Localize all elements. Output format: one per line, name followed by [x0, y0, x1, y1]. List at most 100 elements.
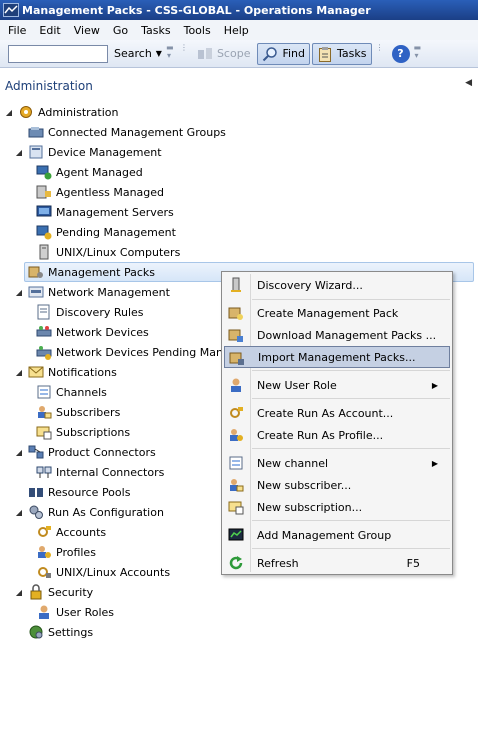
context-menu: Discovery Wizard... Create Management Pa…	[221, 271, 453, 575]
menu-bar: File Edit View Go Tasks Tools Help	[0, 20, 478, 40]
resource-pools-icon	[29, 488, 43, 497]
tree-item-connected-management-groups[interactable]: Connected Management Groups	[28, 122, 226, 142]
tree-item-agent-managed[interactable]: Agent Managed	[36, 162, 143, 182]
tree-item-subscribers[interactable]: Subscribers	[36, 402, 120, 422]
menu-tasks[interactable]: Tasks	[135, 24, 177, 37]
menu-item-add-management-group[interactable]: Add Management Group	[224, 524, 450, 546]
tasks-button[interactable]: Tasks	[312, 42, 372, 65]
tree-item-resource-pools[interactable]: Resource Pools	[28, 482, 130, 502]
menu-separator	[252, 299, 450, 300]
device-management-icon	[29, 145, 43, 159]
menu-view[interactable]: View	[68, 24, 107, 37]
menu-separator	[252, 370, 450, 371]
tree-item-unix-linux-computers[interactable]: UNIX/Linux Computers	[36, 242, 180, 262]
tree-item-user-roles[interactable]: User Roles	[36, 602, 114, 622]
menu-separator	[252, 398, 450, 399]
navigation-pane-header: Administration ◀	[0, 72, 478, 100]
menu-item-import-management-packs[interactable]: Import Management Packs...	[224, 346, 450, 368]
tree-item-security[interactable]: Security	[28, 582, 93, 602]
collapse-pane-icon[interactable]: ◀	[465, 78, 472, 88]
window-title: Management Packs - CSS-GLOBAL - Operatio…	[22, 3, 371, 17]
tree-item-discovery-rules[interactable]: Discovery Rules	[36, 302, 144, 322]
tree-item-subscriptions[interactable]: Subscriptions	[36, 422, 130, 442]
menu-item-new-user-role[interactable]: New User Role ▶	[224, 374, 450, 396]
menu-item-discovery-wizard[interactable]: Discovery Wizard...	[224, 274, 450, 296]
scope-label: Scope	[216, 47, 251, 60]
search-label: Search	[114, 47, 152, 60]
run-as-config-icon	[29, 505, 43, 519]
agent-managed-icon	[36, 165, 52, 180]
download-mp-icon	[228, 329, 243, 342]
profiles-icon	[38, 546, 51, 558]
menu-item-new-subscription[interactable]: New subscription...	[224, 496, 450, 518]
toolbar-separator-2: ⋮	[375, 42, 384, 52]
menu-item-new-channel[interactable]: New channel ▶	[224, 452, 450, 474]
subscriptions-icon	[36, 426, 52, 440]
menu-file[interactable]: File	[2, 24, 33, 37]
new-subscription-icon	[228, 501, 244, 515]
discovery-wizard-icon	[231, 277, 241, 292]
management-servers-icon	[36, 205, 52, 217]
menu-item-refresh[interactable]: Refresh F5	[224, 552, 450, 574]
toolbar-overflow-icon-2[interactable]: ▬ ▾	[414, 43, 422, 64]
refresh-icon	[229, 556, 243, 570]
tree-item-administration[interactable]: Administration	[18, 102, 119, 122]
tree-item-network-devices-pending[interactable]: Network Devices Pending Manag	[36, 342, 237, 362]
notifications-icon	[28, 366, 44, 378]
tree-item-device-management[interactable]: Device Management	[28, 142, 162, 162]
admin-gear-icon	[20, 106, 32, 118]
tree-item-profiles[interactable]: Profiles	[36, 542, 96, 562]
menu-item-new-subscriber[interactable]: New subscriber...	[224, 474, 450, 496]
network-management-icon	[28, 286, 44, 298]
help-icon[interactable]: ?	[391, 44, 410, 63]
menu-item-create-run-as-account[interactable]: Create Run As Account...	[224, 402, 450, 424]
search-input[interactable]	[8, 44, 108, 63]
operations-manager-icon	[3, 3, 19, 17]
tree-item-notifications[interactable]: Notifications	[28, 362, 117, 382]
tree-item-accounts[interactable]: Accounts	[36, 522, 106, 542]
toolbar-overflow-icon[interactable]: ▬ ▾	[166, 43, 174, 64]
expanded-triangle-icon[interactable]: ◢	[14, 147, 24, 157]
menu-item-download-management-packs[interactable]: Download Management Packs ...	[224, 324, 450, 346]
tree-item-internal-connectors[interactable]: Internal Connectors	[36, 462, 164, 482]
tree-item-channels[interactable]: Channels	[36, 382, 107, 402]
search-dropdown[interactable]: Search ▼	[114, 47, 162, 60]
expanded-triangle-icon[interactable]: ◢	[14, 587, 24, 597]
expanded-triangle-icon[interactable]: ◢	[14, 447, 24, 457]
create-mp-icon	[228, 307, 243, 320]
internal-connectors-icon	[36, 466, 52, 478]
clipboard-icon	[319, 46, 332, 62]
menu-tools[interactable]: Tools	[178, 24, 218, 37]
tasks-label: Tasks	[337, 47, 367, 60]
tree-item-agentless-managed[interactable]: Agentless Managed	[36, 182, 164, 202]
tree-item-product-connectors[interactable]: Product Connectors	[28, 442, 156, 462]
add-management-group-icon	[228, 528, 244, 541]
tree-item-unix-linux-accounts[interactable]: UNIX/Linux Accounts	[36, 562, 170, 582]
new-subscriber-icon	[230, 479, 244, 492]
expanded-triangle-icon[interactable]: ◢	[14, 287, 24, 297]
title-bar: Management Packs - CSS-GLOBAL - Operatio…	[0, 0, 478, 20]
toolbar: Search ▼ ▬ ▾ ⋮ Scope Find Tasks ⋮ ? ▬ ▾	[0, 40, 478, 68]
menu-help[interactable]: Help	[218, 24, 256, 37]
run-as-account-icon	[230, 407, 243, 418]
network-pending-icon	[36, 346, 52, 360]
refresh-shortcut: F5	[406, 556, 420, 570]
tree-item-run-as-configuration[interactable]: Run As Configuration	[28, 502, 164, 522]
tree-item-management-servers[interactable]: Management Servers	[36, 202, 174, 222]
scope-icon	[197, 47, 212, 59]
menu-edit[interactable]: Edit	[33, 24, 67, 37]
expanded-triangle-icon[interactable]: ◢	[14, 507, 24, 517]
find-button[interactable]: Find	[257, 42, 311, 65]
tree-item-pending-management[interactable]: Pending Management	[36, 222, 176, 242]
tree-item-network-management[interactable]: Network Management	[28, 282, 170, 302]
tree-item-settings[interactable]: Settings	[28, 622, 93, 642]
menu-item-create-management-pack[interactable]: Create Management Pack	[224, 302, 450, 324]
scope-button[interactable]: Scope	[192, 43, 256, 65]
expanded-triangle-icon[interactable]: ◢	[14, 367, 24, 377]
menu-separator	[252, 520, 450, 521]
tree-item-network-devices[interactable]: Network Devices	[36, 322, 149, 342]
menu-item-create-run-as-profile[interactable]: Create Run As Profile...	[224, 424, 450, 446]
accounts-icon	[38, 526, 51, 537]
menu-go[interactable]: Go	[107, 24, 135, 37]
expanded-triangle-icon[interactable]: ◢	[4, 107, 14, 117]
